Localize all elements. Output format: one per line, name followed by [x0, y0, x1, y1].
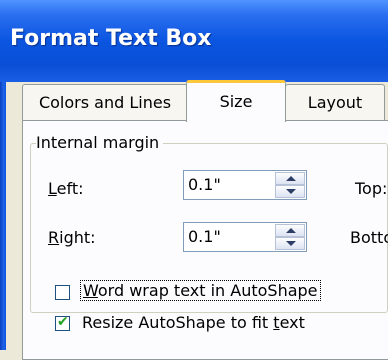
left-margin-label: Left:: [48, 179, 84, 198]
internal-margin-label: Internal margin: [36, 133, 164, 152]
spin-up-arrow-icon[interactable]: [275, 172, 305, 185]
window-title: Format Text Box: [10, 26, 212, 51]
spin-down-arrow-icon[interactable]: [275, 237, 305, 250]
spin-down-arrow-icon[interactable]: [275, 185, 305, 198]
tab-label: Colors and Lines: [38, 93, 172, 112]
resize-autoshape-checkbox[interactable]: ✔: [55, 314, 70, 331]
spin-up-arrow-icon[interactable]: [275, 224, 305, 237]
checkmark-icon: ✔: [57, 314, 69, 330]
tab-label: Size: [219, 92, 253, 111]
word-wrap-checkbox[interactable]: [55, 285, 70, 300]
tab-label: Layout: [307, 93, 363, 112]
bottom-margin-label: Botto: [350, 228, 388, 247]
tab-layout[interactable]: Layout: [285, 84, 385, 120]
top-margin-label: Top:: [355, 179, 388, 198]
right-margin-spinner[interactable]: 0.1": [183, 222, 307, 252]
right-margin-input[interactable]: 0.1": [188, 227, 221, 246]
resize-autoshape-label[interactable]: Resize AutoShape to fit text: [82, 313, 305, 332]
left-margin-spinner[interactable]: 0.1": [183, 170, 307, 200]
right-margin-label: Right:: [48, 228, 96, 247]
tab-colors-and-lines[interactable]: Colors and Lines: [22, 84, 188, 120]
tab-size[interactable]: Size: [186, 80, 286, 122]
word-wrap-label[interactable]: Word wrap text in AutoShape: [80, 280, 321, 301]
title-bar[interactable]: Format Text Box: [0, 0, 388, 82]
left-margin-input[interactable]: 0.1": [188, 175, 221, 194]
